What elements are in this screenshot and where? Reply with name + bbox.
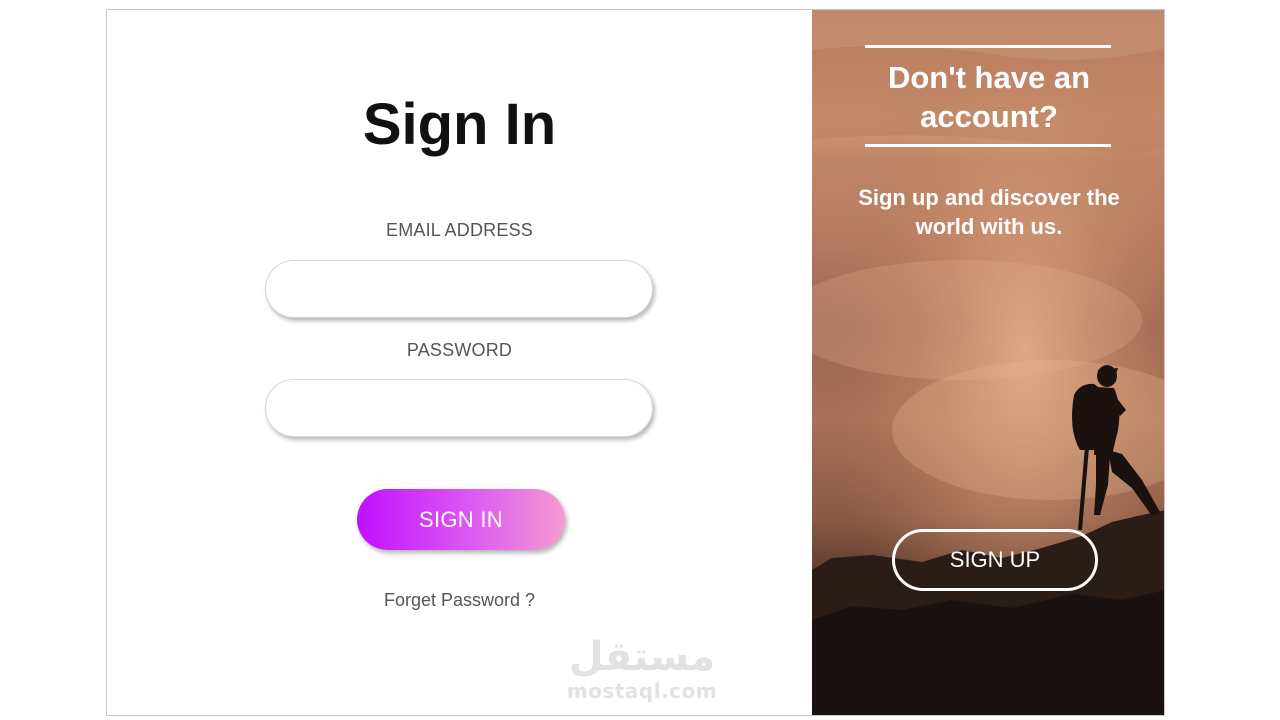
email-field[interactable] <box>265 260 653 318</box>
signup-heading: Don't have an account? <box>887 60 1090 134</box>
watermark-logo: مستقل <box>568 634 716 680</box>
signup-description: Sign up and discover the world with us. <box>858 185 1120 239</box>
password-label: PASSWORD <box>406 340 513 360</box>
forgot-password-link[interactable]: Forget Password ? <box>107 590 812 611</box>
heading-top-rule <box>865 45 1111 48</box>
signin-panel: Sign In EMAIL ADDRESS PASSWORD SIGN IN F… <box>107 10 812 715</box>
heading-bottom-rule <box>865 144 1111 147</box>
signin-title: Sign In <box>362 92 557 157</box>
signup-panel: Don't have an account? Sign up and disco… <box>812 10 1164 715</box>
mostaql-watermark: مستقل mostaql.com <box>547 634 737 702</box>
password-field[interactable] <box>265 379 653 437</box>
email-label: EMAIL ADDRESS <box>386 220 533 240</box>
login-card: Sign In EMAIL ADDRESS PASSWORD SIGN IN F… <box>106 9 1165 716</box>
signup-button[interactable]: SIGN UP <box>892 529 1098 591</box>
signin-button[interactable]: SIGN IN <box>357 489 565 550</box>
watermark-domain: mostaql.com <box>566 679 718 703</box>
